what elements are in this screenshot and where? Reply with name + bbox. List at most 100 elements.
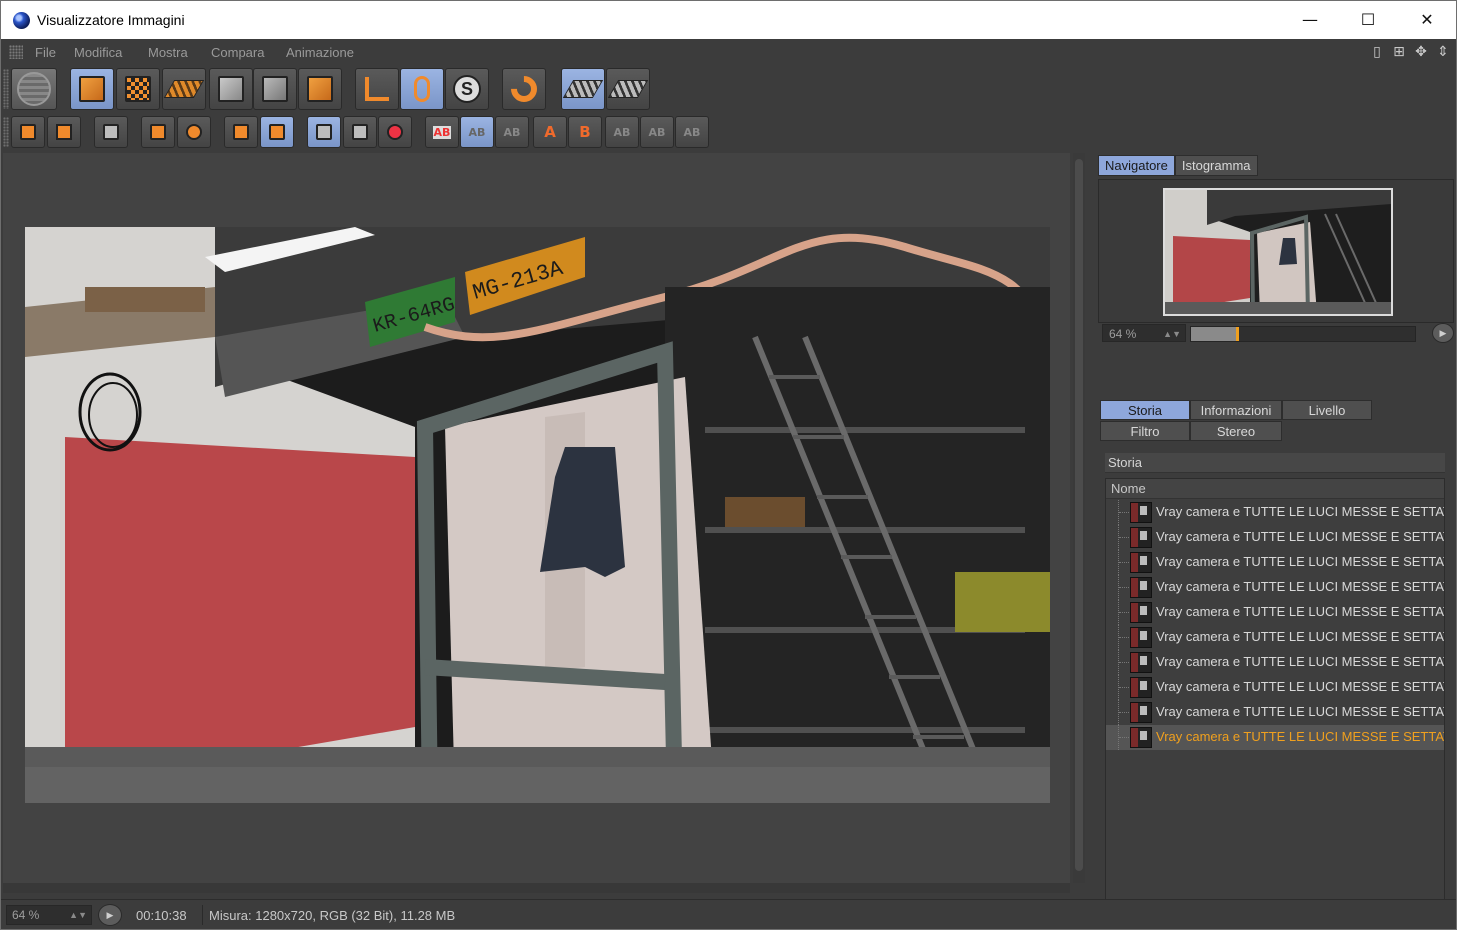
display-solid-cube-icon[interactable]	[298, 68, 342, 110]
maximize-button[interactable]: ☐	[1339, 1, 1397, 40]
minimize-button[interactable]: —	[1281, 1, 1339, 40]
compare-mode2-icon[interactable]: AB	[640, 116, 674, 148]
history-row-selected[interactable]: Vray camera e TUTTE LE LUCI MESSE E SETT…	[1106, 725, 1444, 750]
display-image-cube-icon[interactable]	[70, 68, 114, 110]
viewport-vertical-scrollbar[interactable]	[1073, 153, 1085, 883]
history-column-header[interactable]: Nome	[1106, 479, 1444, 499]
history-row[interactable]: Vray camera e TUTTE LE LUCI MESSE E SETT…	[1106, 575, 1444, 600]
tab-istogramma[interactable]: Istogramma	[1174, 155, 1258, 176]
navigator-thumbnail-illustration	[1165, 190, 1391, 314]
render-thumbnail-icon	[1130, 652, 1152, 673]
refresh-grid-icon[interactable]	[606, 68, 650, 110]
close-button[interactable]: ✕	[1398, 1, 1456, 40]
navigator-play-icon[interactable]: ▶	[1432, 323, 1454, 343]
render-thumbnail-icon	[1130, 677, 1152, 698]
tab-filtro[interactable]: Filtro	[1100, 421, 1190, 441]
navigator-thumbnail[interactable]	[1163, 188, 1393, 316]
history-row[interactable]: Vray camera e TUTTE LE LUCI MESSE E SETT…	[1106, 650, 1444, 675]
history-row[interactable]: Vray camera e TUTTE LE LUCI MESSE E SETT…	[1106, 525, 1444, 550]
compare-swap-icon[interactable]: AB	[495, 116, 529, 148]
menu-mostra[interactable]: Mostra	[148, 45, 188, 60]
mouse-icon[interactable]	[400, 68, 444, 110]
tree-line	[1118, 700, 1129, 725]
scroll-arrows-icon[interactable]: ⇕	[1434, 43, 1452, 61]
lock-grid-icon[interactable]	[561, 68, 605, 110]
tree-line	[1118, 725, 1129, 750]
viewport-scroll-thumb[interactable]	[1075, 159, 1083, 871]
render-globe-icon[interactable]	[11, 68, 57, 110]
status-play-icon[interactable]: ▶	[98, 904, 122, 926]
magnet-icon[interactable]	[502, 68, 546, 110]
compare-split-icon[interactable]: AB	[460, 116, 494, 148]
transfer-icon[interactable]	[141, 116, 175, 148]
menu-compara[interactable]: Compara	[211, 45, 264, 60]
panel-layout-icon[interactable]: ▯	[1368, 43, 1386, 61]
tab-navigatore[interactable]: Navigatore	[1098, 155, 1175, 176]
move-panel-icon[interactable]: ✥	[1412, 43, 1430, 61]
image-viewer-app: File Modifica Mostra Compara Animazione …	[0, 39, 1457, 930]
s-solo-icon[interactable]: S	[445, 68, 489, 110]
menu-animazione[interactable]: Animazione	[286, 45, 354, 60]
tab-stereo[interactable]: Stereo	[1190, 421, 1282, 441]
viewport-horizontal-scrollbar[interactable]	[3, 883, 1070, 893]
tab-storia[interactable]: Storia	[1100, 400, 1190, 420]
history-item-label: Vray camera e TUTTE LE LUCI MESSE E SETT…	[1156, 704, 1445, 719]
menu-modifica[interactable]: Modifica	[74, 45, 122, 60]
display-wire-cube-icon[interactable]	[253, 68, 297, 110]
menu-file[interactable]: File	[35, 45, 56, 60]
compare-mode1-icon[interactable]: AB	[605, 116, 639, 148]
menu-grip-icon[interactable]	[9, 45, 23, 59]
open-folder-icon[interactable]	[11, 116, 45, 148]
render-thumbnail-icon	[1130, 727, 1152, 748]
status-zoom-spinner-icon[interactable]: ▲▼	[69, 906, 87, 925]
toolbar2-grip-icon[interactable]	[3, 117, 9, 147]
navigator-zoom-slider[interactable]	[1190, 326, 1416, 342]
view-region-a-icon[interactable]	[307, 116, 341, 148]
history-item-label: Vray camera e TUTTE LE LUCI MESSE E SETT…	[1156, 654, 1445, 669]
toolbar-grip-icon[interactable]	[3, 69, 9, 109]
history-row[interactable]: Vray camera e TUTTE LE LUCI MESSE E SETT…	[1106, 625, 1444, 650]
navigator-tabs: Navigatore Istogramma	[1098, 155, 1258, 176]
zoom-spinner-icon[interactable]: ▲▼	[1163, 325, 1181, 343]
history-list[interactable]: Nome Vray camera e TUTTE LE LUCI MESSE E…	[1105, 478, 1445, 906]
user-export-icon[interactable]	[177, 116, 211, 148]
history-row[interactable]: Vray camera e TUTTE LE LUCI MESSE E SETT…	[1106, 600, 1444, 625]
tree-line	[1118, 550, 1129, 575]
axis-icon[interactable]	[355, 68, 399, 110]
compare-ab-icon[interactable]: AB	[425, 116, 459, 148]
display-floor-icon[interactable]	[162, 68, 206, 110]
history-row[interactable]: Vray camera e TUTTE LE LUCI MESSE E SETT…	[1106, 700, 1444, 725]
history-row[interactable]: Vray camera e TUTTE LE LUCI MESSE E SETT…	[1106, 500, 1444, 525]
zoom-slider-knob[interactable]	[1236, 327, 1239, 341]
status-zoom-field[interactable]: 64 % ▲▼	[6, 905, 92, 925]
copy-layer-icon[interactable]	[224, 116, 258, 148]
history-row[interactable]: Vray camera e TUTTE LE LUCI MESSE E SETT…	[1106, 550, 1444, 575]
display-points-cube-icon[interactable]	[209, 68, 253, 110]
render-thumbnail-icon	[1130, 527, 1152, 548]
layout-controls: ▯ ⊞ ✥ ⇕	[1368, 43, 1452, 61]
status-bar: 64 % ▲▼ ▶ 00:10:38 Misura: 1280x720, RGB…	[1, 899, 1456, 929]
save-icon[interactable]	[47, 116, 81, 148]
navigator-preview[interactable]	[1098, 179, 1454, 323]
set-a-icon[interactable]: A	[533, 116, 567, 148]
status-zoom-value: 64 %	[12, 908, 40, 922]
garage-scene-illustration: KR-64RG MG-213A	[25, 227, 1050, 803]
view-palette-icon[interactable]	[378, 116, 412, 148]
tab-livello[interactable]: Livello	[1282, 400, 1372, 420]
side-panel: Navigatore Istogramma 64 % ▲▼ ▶ Storia I…	[1092, 153, 1456, 923]
render-thumbnail-icon	[1130, 552, 1152, 573]
window-title: Visualizzatore Immagini	[37, 12, 185, 28]
history-row[interactable]: Vray camera e TUTTE LE LUCI MESSE E SETT…	[1106, 675, 1444, 700]
tab-informazioni[interactable]: Informazioni	[1190, 400, 1282, 420]
layer-options-icon[interactable]	[260, 116, 294, 148]
view-region-b-icon[interactable]	[343, 116, 377, 148]
set-b-icon[interactable]: B	[568, 116, 602, 148]
new-panel-icon[interactable]: ⊞	[1390, 43, 1408, 61]
image-viewport[interactable]: KR-64RG MG-213A	[3, 153, 1070, 883]
display-alpha-checker-icon[interactable]	[116, 68, 160, 110]
compare-mode3-icon[interactable]: AB	[675, 116, 709, 148]
zoom-slider-fill	[1191, 327, 1236, 341]
grid-size-icon[interactable]	[94, 116, 128, 148]
navigator-zoom-field[interactable]: 64 % ▲▼	[1102, 324, 1186, 342]
window-titlebar: Visualizzatore Immagini — ☐ ✕	[0, 0, 1457, 39]
